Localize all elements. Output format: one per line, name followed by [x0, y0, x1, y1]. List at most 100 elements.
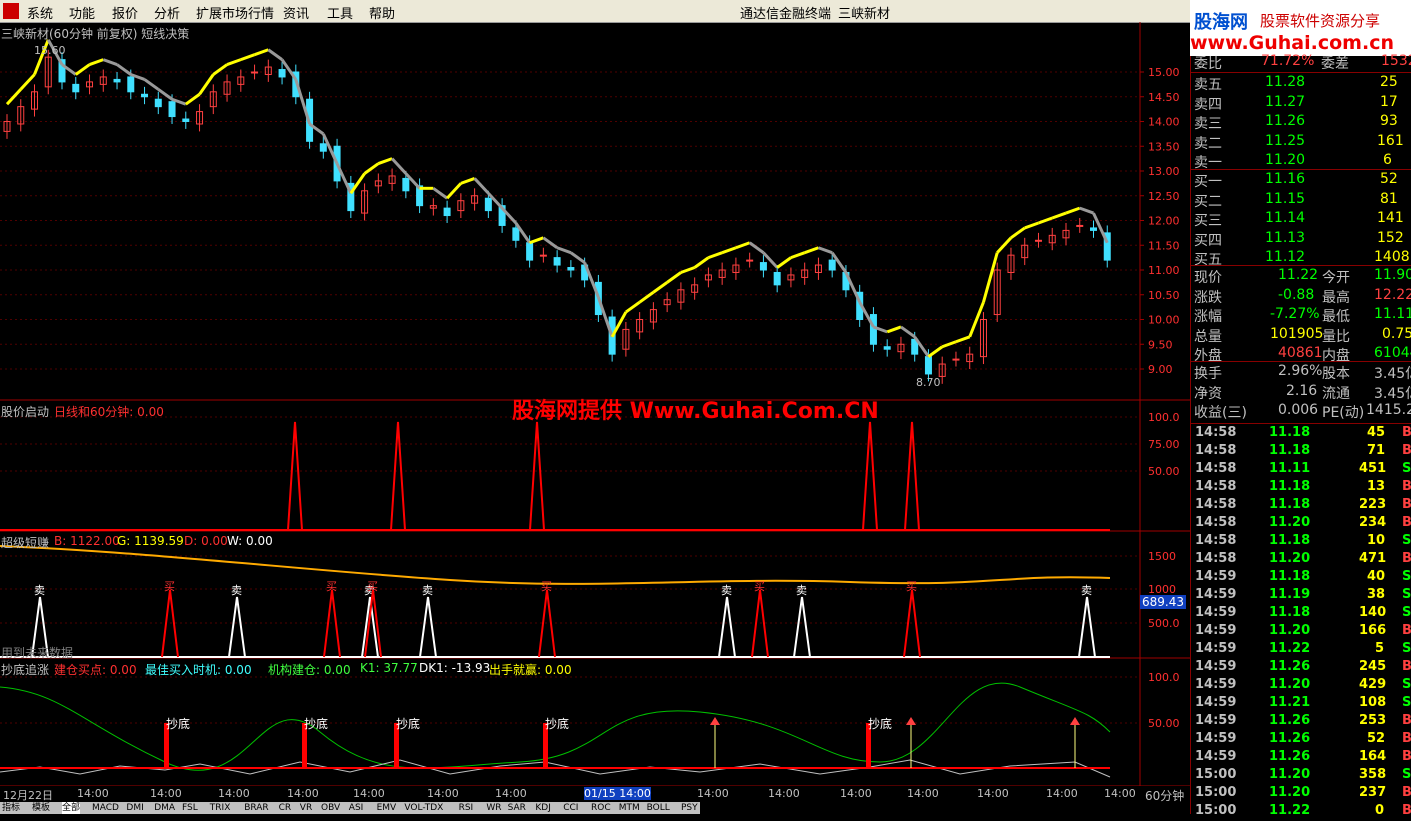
candle-body	[924, 356, 932, 375]
tick-row-cell: S	[1402, 641, 1411, 656]
tick-row-cell: B	[1402, 785, 1411, 800]
indicator-tab-全部[interactable]: 全部	[62, 802, 81, 814]
panel1-name[interactable]: 股价启动	[1, 403, 49, 420]
stat-row-cell: 11.22	[1278, 267, 1319, 283]
indicator-tab-dmi[interactable]: DMI	[126, 802, 143, 814]
quote-weibi-row-cell: 委差	[1321, 56, 1349, 72]
decision-line-segment	[666, 271, 682, 284]
menu-system[interactable]: 系统	[27, 3, 53, 22]
stat-row: 涨跌 -0.88 最高 12.22	[1191, 287, 1411, 306]
ask-row-cell: 25	[1380, 74, 1398, 90]
tick-row-cell: 15:00	[1195, 767, 1237, 782]
ask-row: 卖三 11.26 93	[1191, 113, 1411, 132]
panel2-name[interactable]: 超级短赚	[1, 534, 49, 551]
menu-function[interactable]: 功能	[69, 3, 95, 22]
candle-body	[952, 358, 960, 361]
indicator-tab-roc[interactable]: ROC	[591, 802, 611, 814]
indicator-tab-cr[interactable]: CR	[279, 802, 292, 814]
tick-row-cell: 11.22	[1269, 641, 1311, 656]
price-axis-label: 14.00	[1148, 116, 1180, 129]
indicator-tab-trix[interactable]: TRIX	[210, 802, 231, 814]
ask-row-cell: 11.20	[1265, 152, 1306, 168]
tick-row-cell: 11.20	[1269, 785, 1311, 800]
bid-row-cell: 买四	[1194, 232, 1222, 249]
indicator-tab-vol-tdx[interactable]: VOL-TDX	[404, 802, 443, 814]
menu-quote[interactable]: 报价	[112, 3, 138, 22]
tick-row-cell: 451	[1359, 461, 1387, 476]
indicator-tab-cci[interactable]: CCI	[563, 802, 578, 814]
indicator-tab-模板[interactable]: 模板	[32, 802, 50, 814]
tick-row-cell: 108	[1359, 695, 1387, 710]
tick-row-cell: 15:00	[1195, 803, 1237, 818]
decision-line-segment	[790, 251, 806, 260]
indicator-tab-wr[interactable]: WR	[486, 802, 501, 814]
tick-row-cell: 38	[1367, 587, 1386, 602]
indicator-tab-brar[interactable]: BRAR	[244, 802, 268, 814]
ask-row-cell: 卖五	[1194, 77, 1222, 93]
ask-row-cell: 11.27	[1265, 93, 1306, 110]
menu-news[interactable]: 资讯	[283, 3, 309, 22]
indicator-tab-obv[interactable]: OBV	[321, 802, 340, 814]
indicator-tab-macd[interactable]: MACD	[92, 802, 119, 814]
stat-row-cell: 最高	[1322, 289, 1350, 306]
menu-extended-market[interactable]: 扩展市场行情	[196, 3, 274, 22]
tick-row-cell: B	[1402, 749, 1411, 764]
indicator-tab-指标[interactable]: 指标	[2, 802, 20, 814]
decision-line-segment	[184, 93, 201, 106]
tick-row-cell: 11.18	[1269, 569, 1311, 584]
indicator-tab-mcst[interactable]: MCST	[709, 802, 734, 814]
quote-divider	[1191, 361, 1411, 362]
stat-row-cell: 现价	[1194, 270, 1222, 286]
tick-row-cell: 14:59	[1195, 695, 1237, 710]
stat2-row: 换手 2.96%股本 3.45亿	[1191, 363, 1411, 382]
indicator-tab-fsl[interactable]: FSL	[182, 802, 198, 814]
indicator-tab-sar[interactable]: SAR	[508, 802, 526, 814]
stat2-row-cell: 净资	[1194, 385, 1222, 402]
decision-line-segment	[804, 246, 819, 255]
indicator-tab-boll[interactable]: BOLL	[647, 802, 670, 814]
panel3-item-dk1: DK1: -13.93	[419, 661, 491, 675]
stat-row: 涨幅 -7.27% 最低 11.11	[1191, 306, 1411, 325]
indicator-tab-asi[interactable]: ASI	[349, 802, 364, 814]
price-axis-label: 12.00	[1148, 215, 1180, 228]
tick-row: 14:58 11.20 234 B	[1191, 515, 1411, 533]
quote-divider	[1191, 72, 1411, 73]
menu-analysis[interactable]: 分析	[154, 3, 180, 22]
indicator-tab-rsi[interactable]: RSI	[459, 802, 474, 814]
period-label[interactable]: 60分钟	[1145, 787, 1184, 804]
low-price-label: 8.70	[916, 376, 941, 389]
tick-row-cell: 11.18	[1269, 443, 1311, 458]
decision-line-segment	[1079, 206, 1095, 215]
panel2-sell-spike	[718, 596, 736, 658]
panel3-item-win: 出手就赢: 0.00	[489, 663, 572, 677]
decision-line-segment	[638, 291, 655, 304]
decision-line-segment	[776, 256, 792, 269]
tick-row-cell: 11.20	[1269, 551, 1311, 566]
menu-tools[interactable]: 工具	[327, 3, 353, 22]
stat2-row: 收益(三) 0.006 PE(动) 1415.2	[1191, 402, 1411, 421]
tick-row-cell: S	[1402, 587, 1411, 602]
decision-line-segment	[529, 236, 544, 245]
window-title-app: 通达信金融终端	[740, 7, 832, 22]
brand-name: 股海网	[1194, 12, 1248, 33]
panel3-name[interactable]: 抄底追涨	[1, 661, 49, 678]
x-axis-label: 14:00	[353, 787, 385, 800]
tick-row: 14:58 11.18 71 B	[1191, 443, 1411, 461]
x-axis-label: 14:00	[1104, 787, 1136, 800]
ask-row-cell: 卖二	[1194, 135, 1222, 152]
indicator-tab-mtm[interactable]: MTM	[619, 802, 640, 814]
price-axis-label: 11.00	[1148, 264, 1180, 277]
indicator-tab-emv[interactable]: EMV	[377, 802, 397, 814]
tick-row-cell: 223	[1359, 497, 1387, 512]
tick-row: 14:58 11.18 223 B	[1191, 497, 1411, 515]
app-logo-icon[interactable]	[3, 3, 19, 19]
panel3-axis-label: 50.00	[1148, 717, 1180, 730]
indicator-tab-kdj[interactable]: KDJ	[535, 802, 551, 814]
panel3-bottom-label: 抄底	[166, 716, 190, 731]
indicator-tab-dma[interactable]: DMA	[154, 802, 175, 814]
indicator-tab-psy[interactable]: PSY	[681, 802, 698, 814]
indicator-tab-vr[interactable]: VR	[300, 802, 312, 814]
price-axis-label: 15.00	[1148, 66, 1180, 79]
menu-help[interactable]: 帮助	[369, 3, 395, 22]
panel3-bottom-label: 抄底	[868, 716, 892, 731]
